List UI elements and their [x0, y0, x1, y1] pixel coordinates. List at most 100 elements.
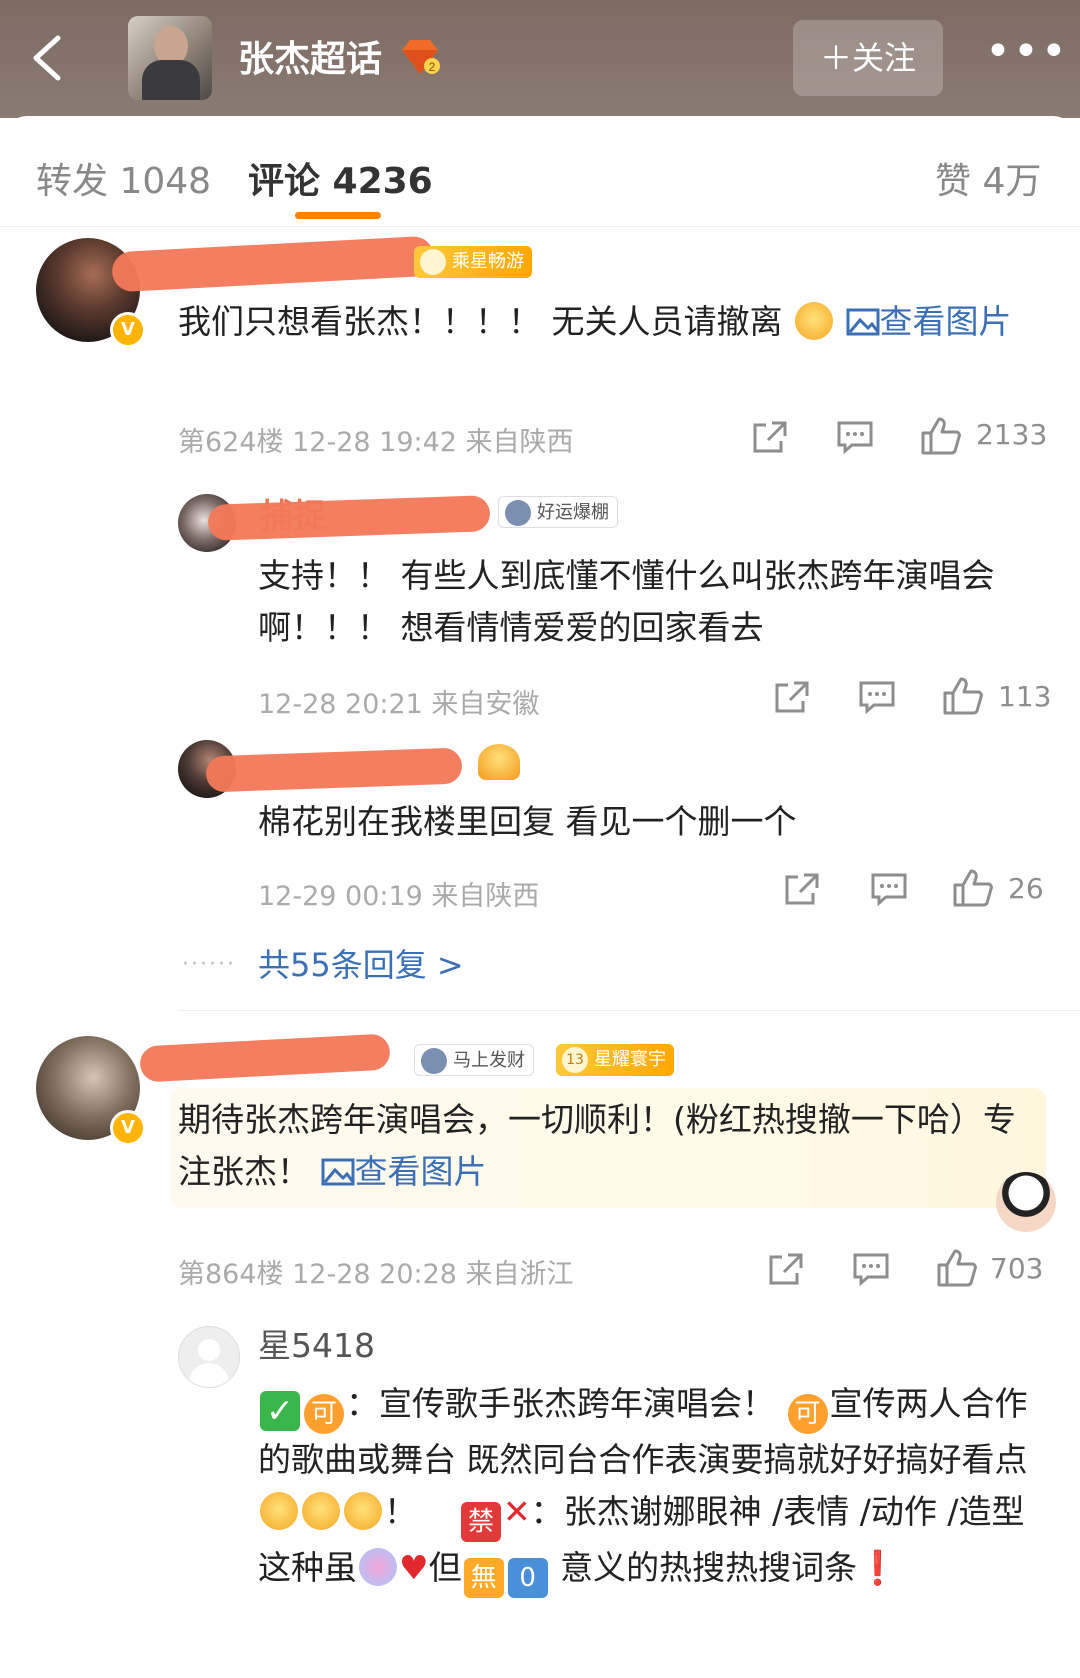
- reply-text-part: 但: [428, 1548, 462, 1587]
- chevron-left-icon: [33, 35, 61, 81]
- badge-icon: [420, 249, 446, 275]
- tab-comments[interactable]: 评论 4236: [248, 152, 433, 204]
- verified-badge-icon: V: [110, 1110, 146, 1146]
- reply-text-part: ！: [384, 1492, 417, 1531]
- like-button[interactable]: [952, 868, 994, 912]
- comment-body: 我们只想看张杰！！！！ 无关人员请撤离: [178, 302, 783, 341]
- check-emoji-icon: ✓: [260, 1391, 300, 1431]
- reply-meta: 12-29 00:19 来自陕西: [258, 881, 540, 912]
- reply-button[interactable]: [858, 680, 896, 718]
- comment-body: 期待张杰跨年演唱会，一切顺利！(粉红热搜撤一下哈）专注张杰！: [178, 1100, 1016, 1191]
- exclamation-emoji-icon: ❗: [857, 1548, 899, 1587]
- like-count: 703: [990, 1252, 1044, 1285]
- comment-text: 期待张杰跨年演唱会，一切顺利！(粉红热搜撤一下哈）专注张杰！ 查看图片: [178, 1094, 1038, 1198]
- share-icon: [753, 421, 787, 453]
- more-options-button[interactable]: •••: [985, 26, 1069, 77]
- fan-badge: 乘星畅游: [414, 246, 532, 278]
- like-button[interactable]: [936, 1248, 978, 1292]
- comment-icon: [871, 873, 907, 907]
- thumbs-up-icon: [937, 1249, 977, 1287]
- comment-icon: [859, 681, 895, 715]
- badge-label: 马上发财: [453, 1050, 525, 1071]
- topic-cover-image[interactable]: [128, 16, 212, 100]
- comment-divider: [178, 1010, 1080, 1011]
- heart-eyes-emoji-icon: [260, 1492, 298, 1530]
- image-icon: [321, 1158, 354, 1186]
- badge-label: 好运爆棚: [537, 502, 609, 523]
- like-button[interactable]: [942, 676, 984, 720]
- candy-emoji-icon: [359, 1548, 397, 1586]
- badge-label: 星耀寰宇: [594, 1049, 666, 1070]
- badge-label: 乘星畅游: [452, 251, 524, 272]
- reply-button[interactable]: [852, 1252, 890, 1290]
- ke-emoji-icon: 可: [787, 1394, 828, 1434]
- heart-eyes-emoji-icon: [302, 1492, 340, 1530]
- fan-badge: 好运爆棚: [498, 496, 618, 528]
- view-image-label: 查看图片: [354, 1152, 487, 1191]
- avatar[interactable]: [178, 1326, 240, 1388]
- cross-emoji-icon: ✕: [502, 1492, 531, 1531]
- share-button[interactable]: [768, 1252, 804, 1290]
- reply-username[interactable]: 星5418: [258, 1320, 375, 1372]
- verified-badge-icon: V: [110, 312, 146, 348]
- thumbs-up-icon: [943, 677, 983, 715]
- follow-button[interactable]: ＋关注: [793, 20, 943, 96]
- share-button[interactable]: [752, 420, 788, 458]
- comment-icon: [837, 421, 873, 455]
- reply-text-part: ：宣传歌手张杰跨年演唱会！: [346, 1384, 775, 1423]
- reply-text: ✓ 可：宣传歌手张杰跨年演唱会！ 可宣传两人合作的歌曲或舞台 既然同台合作表演要搞…: [258, 1378, 1048, 1598]
- default-avatar-head: [198, 1339, 220, 1361]
- view-image-link[interactable]: 查看图片: [321, 1152, 487, 1191]
- share-icon: [775, 681, 809, 713]
- horse-icon: [421, 1048, 447, 1074]
- forbidden-emoji-icon: 禁: [460, 1502, 501, 1542]
- thumbs-up-icon: [953, 869, 993, 907]
- like-button[interactable]: [920, 416, 962, 460]
- avatar-sticker: [996, 1172, 1056, 1232]
- more-replies-link[interactable]: 共55条回复 >: [258, 940, 464, 986]
- active-tab-indicator: [295, 212, 381, 219]
- reply-text: 支持！！ 有些人到底懂不懂什么叫张杰跨年演唱会啊！！！ 想看情情爱爱的回家看去: [258, 556, 995, 647]
- fan-badge: 13 星耀寰宇: [556, 1044, 674, 1076]
- page-title: 张杰超话: [238, 39, 383, 80]
- reply-button[interactable]: [836, 420, 874, 458]
- zero-emoji-icon: 0: [507, 1558, 548, 1598]
- share-icon: [769, 1253, 803, 1285]
- reply-meta: 12-28 20:21 来自安徽: [258, 689, 540, 720]
- svg-text:2: 2: [429, 60, 436, 74]
- back-button[interactable]: [28, 28, 88, 88]
- share-button[interactable]: [774, 680, 810, 718]
- share-icon: [785, 873, 819, 905]
- fan-badge: 马上发财: [414, 1044, 534, 1076]
- tab-repost[interactable]: 转发 1048: [36, 152, 211, 204]
- view-image-label: 查看图片: [879, 302, 1012, 341]
- share-button[interactable]: [784, 872, 820, 910]
- level-gem-icon: 2: [398, 38, 442, 76]
- cover-body: [142, 60, 200, 100]
- crown-badge-icon: [478, 744, 520, 780]
- reply-text-part: 意义的热搜热搜词条: [560, 1548, 858, 1587]
- none-emoji-icon: 無: [463, 1558, 504, 1598]
- top-bar: 张杰超话 2 ＋关注 •••: [0, 0, 1080, 118]
- like-count: 26: [1008, 872, 1044, 905]
- reply-text: 棉花别在我楼里回复 看见一个删一个: [258, 802, 797, 841]
- reply-button[interactable]: [870, 872, 908, 910]
- ke-emoji-icon: 可: [304, 1394, 344, 1434]
- clover-icon: [505, 500, 531, 526]
- level-icon: 13: [562, 1047, 588, 1073]
- more-replies-dots: ······: [182, 952, 236, 977]
- default-avatar-shoulder: [189, 1363, 229, 1387]
- heart-emoji-icon: ♥: [399, 1548, 429, 1587]
- view-image-link[interactable]: 查看图片: [846, 302, 1012, 341]
- tab-likes[interactable]: 赞 4万: [935, 152, 1041, 204]
- image-icon: [846, 308, 879, 336]
- like-count: 113: [998, 680, 1052, 713]
- starstruck-emoji-icon: [344, 1492, 382, 1530]
- like-count: 2133: [976, 418, 1048, 451]
- comment-icon: [853, 1253, 889, 1287]
- thumbs-up-icon: [921, 417, 961, 455]
- emoji-face-icon: [795, 302, 833, 340]
- comment-meta: 第864楼 12-28 20:28 来自浙江: [178, 1259, 574, 1290]
- tab-bar: 转发 1048 评论 4236 赞 4万: [0, 116, 1080, 227]
- comment-meta: 第624楼 12-28 19:42 来自陕西: [178, 427, 574, 458]
